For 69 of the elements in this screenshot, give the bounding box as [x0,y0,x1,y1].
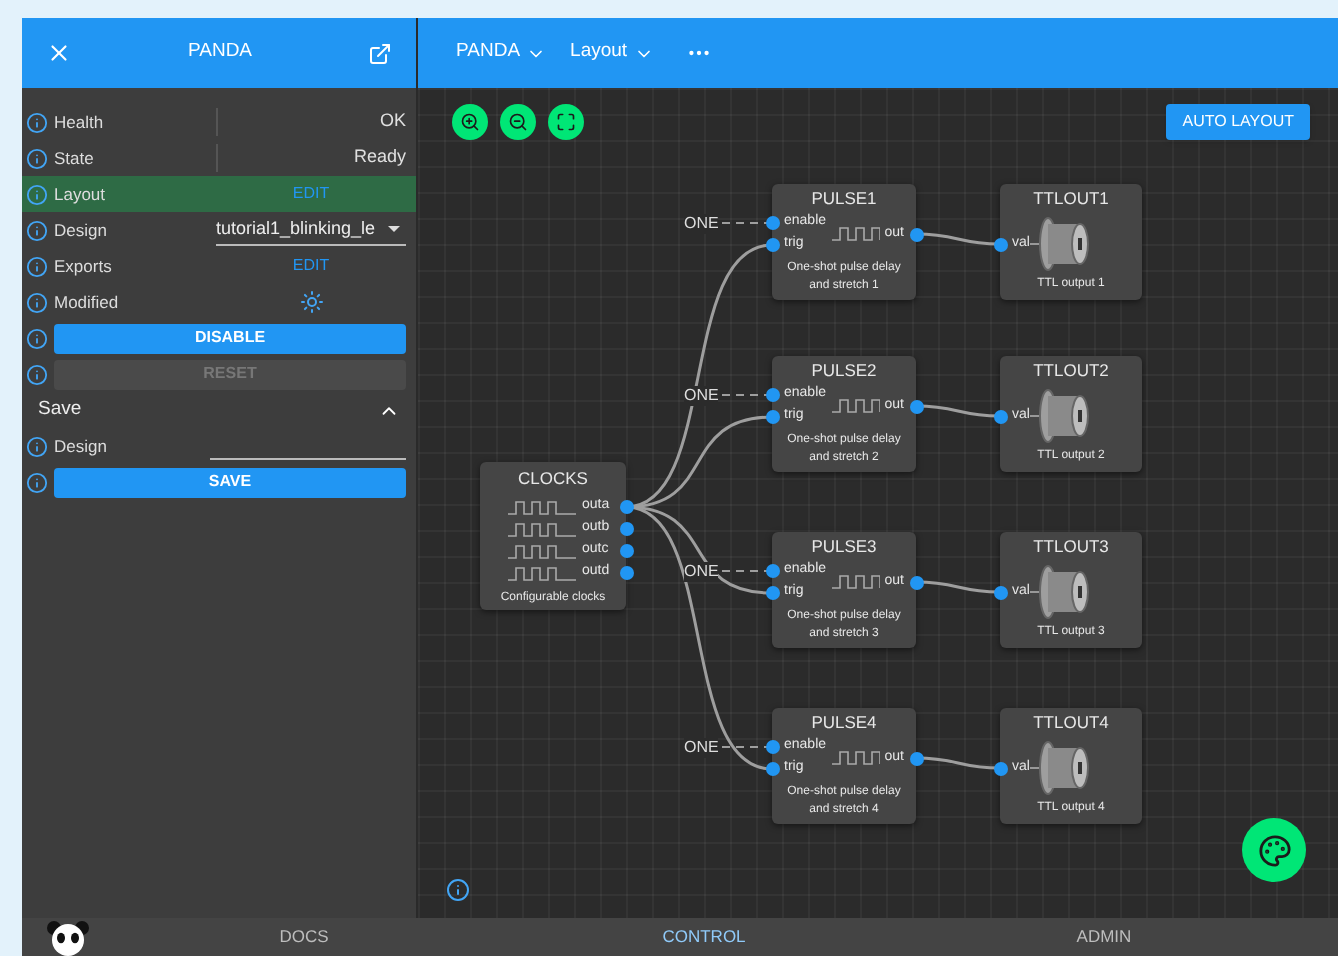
edit-link[interactable]: EDIT [216,254,406,278]
info-icon[interactable] [26,327,48,349]
menu-button[interactable]: PANDA [456,38,547,68]
node-title: PULSE3 [809,534,879,560]
node-title: TTLOUT4 [1031,710,1111,736]
panel-title: PANDA [185,38,255,67]
panda-logo [44,918,92,956]
node-title: PULSE2 [809,358,879,384]
status-value: Ready [351,144,406,171]
constant-label: ONE [684,385,719,405]
constant-label: ONE [684,737,719,757]
node-title: TTLOUT2 [1031,358,1111,384]
pulse-wave-icon [831,574,880,590]
action-button[interactable]: DISABLE [54,323,406,353]
info-icon[interactable] [26,435,48,457]
row-label: State [54,145,96,171]
action-button[interactable]: SAVE [54,467,406,497]
pulse-wave-icon [508,565,576,581]
connector-drawing [1029,386,1094,446]
connector-drawing [1029,214,1094,274]
node-title: TTLOUT3 [1031,534,1111,560]
menu-button[interactable]: Layout [570,38,654,68]
section-title: Save [38,395,84,424]
nav-tab[interactable]: DOCS [104,918,504,956]
constant-label: ONE [684,213,719,233]
info-icon[interactable] [26,291,48,313]
sun-icon [299,290,323,314]
pulse-wave-icon [831,226,880,242]
caret-icon [388,226,400,232]
connector-drawing [1029,562,1094,622]
row-label: Design [54,433,109,459]
nav-tab[interactable]: CONTROL [504,918,904,956]
zoom-out-button[interactable] [500,104,536,140]
node-title: PULSE4 [809,710,879,736]
zoom-out-icon [508,112,528,132]
info-icon[interactable] [26,471,48,493]
palette-button[interactable] [1242,818,1306,882]
external-link-icon[interactable] [368,41,392,65]
graph-canvas[interactable] [418,88,1338,918]
status-value: OK [377,108,406,135]
expand-icon [556,112,576,132]
row-label: Modified [54,289,121,315]
pulse-wave-icon [508,543,576,559]
constant-label: ONE [684,561,719,581]
info-icon[interactable] [26,255,48,277]
nav-tab[interactable]: ADMIN [904,918,1304,956]
connector-drawing [1029,738,1094,798]
info-icon[interactable] [26,111,48,133]
pulse-wave-icon [831,398,880,414]
node-title: TTLOUT1 [1031,186,1111,212]
pulse-wave-icon [831,750,880,766]
info-icon[interactable] [26,219,48,241]
design-select[interactable]: tutorial1_blinking_le [216,215,406,245]
zoom-in-button[interactable] [452,104,488,140]
row-label: Layout [54,181,108,207]
info-icon[interactable] [446,878,470,902]
pulse-wave-icon [508,521,576,537]
palette-icon [1257,833,1291,867]
auto-layout-button[interactable]: AUTO LAYOUT [1166,104,1310,140]
pulse-wave-icon [508,499,576,515]
close-icon[interactable] [46,40,72,66]
row-label: Health [54,109,106,135]
row-label: Exports [54,253,114,279]
node-title: CLOCKS [516,466,590,492]
node-title: PULSE1 [809,186,879,212]
zoom-in-icon [460,112,480,132]
fit-view-button[interactable] [548,104,584,140]
info-icon[interactable] [26,147,48,169]
row-label: Design [54,217,109,243]
